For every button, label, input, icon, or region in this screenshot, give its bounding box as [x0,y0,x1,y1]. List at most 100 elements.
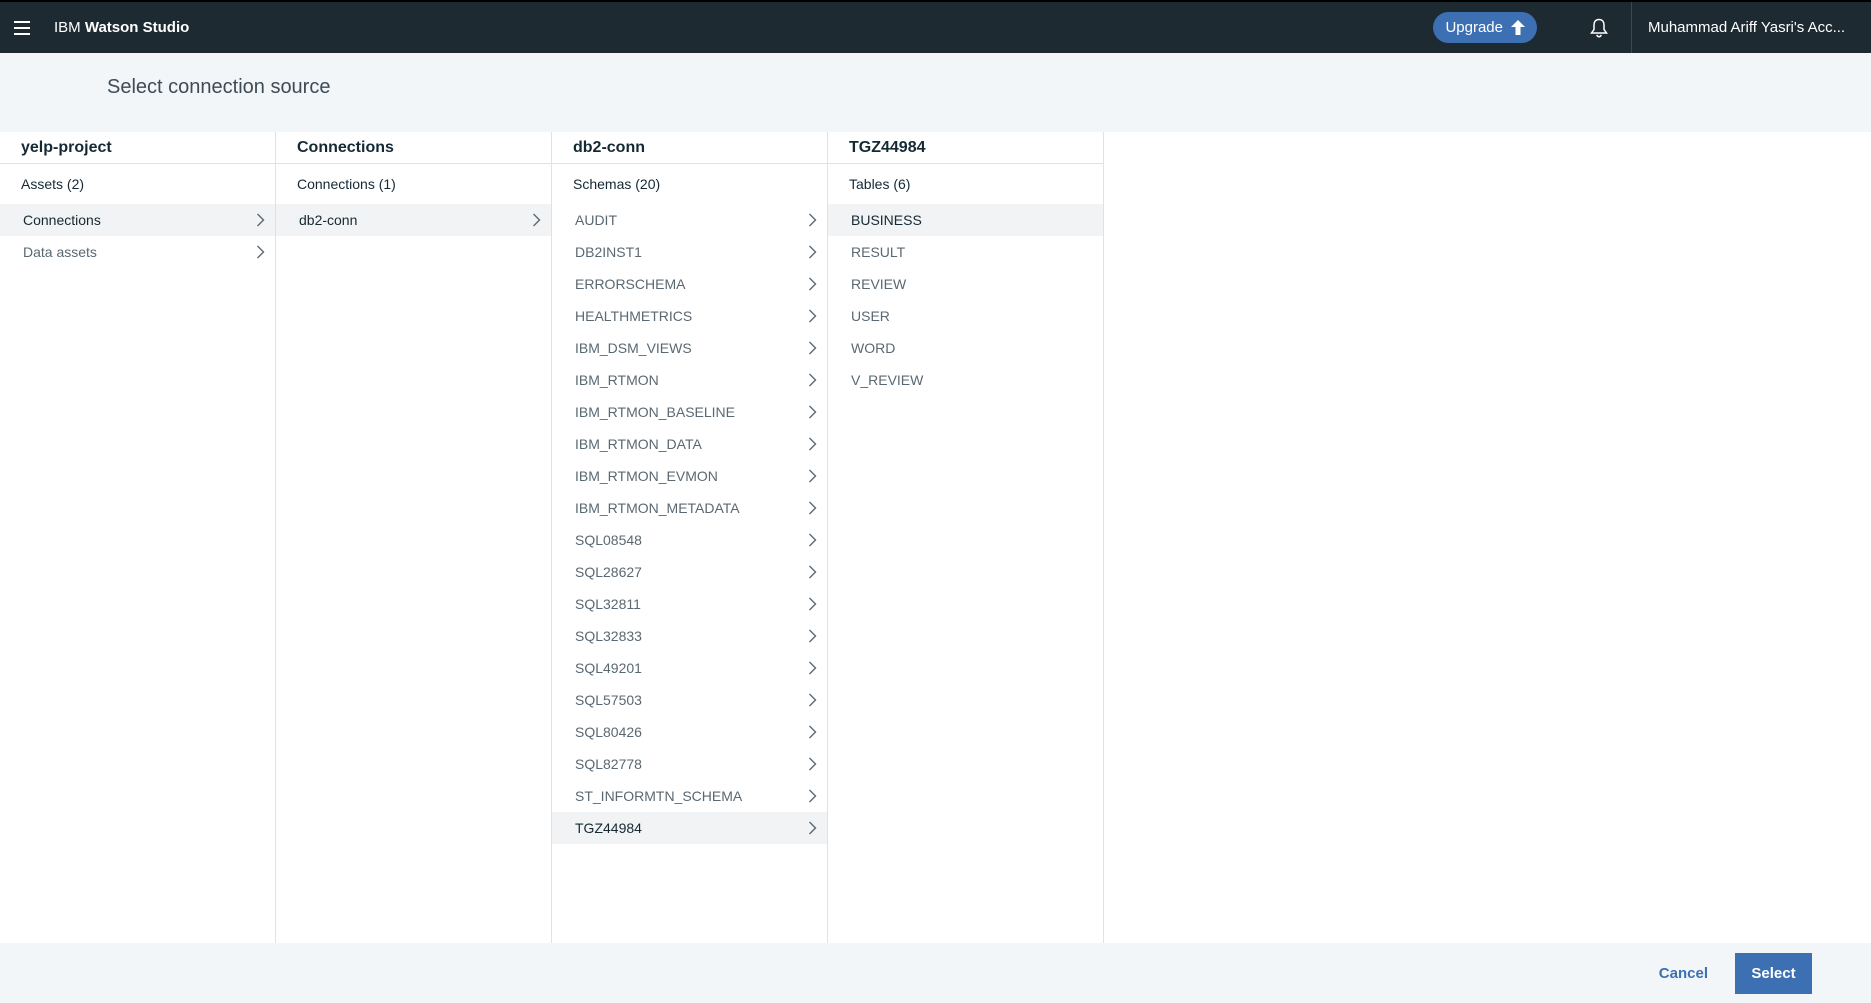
browser-column: Connections Connections (1) db2-conn [276,132,552,943]
list-item[interactable]: REVIEW [828,268,1103,300]
list-item[interactable]: SQL32833 [552,620,827,652]
chevron-right-icon [805,437,819,451]
list-item[interactable]: ST_INFORMTN_SCHEMA [552,780,827,812]
list-item-label: SQL32811 [575,596,641,612]
chevron-right-icon [805,405,819,419]
list-item-label: AUDIT [575,212,617,228]
arrow-up-icon [1511,20,1525,35]
list-item-label: TGZ44984 [575,820,642,836]
list-item-label: V_REVIEW [851,372,924,388]
browser-column: TGZ44984 Tables (6) BUSINESS RESULT REVIEW US… [828,132,1104,943]
list-item[interactable]: IBM_DSM_VIEWS [552,332,827,364]
list-item[interactable]: IBM_RTMON [552,364,827,396]
column-count-label: Connections (1) [297,176,396,192]
list-item[interactable]: Data assets [0,236,275,268]
list-item[interactable]: IBM_RTMON_EVMON [552,460,827,492]
product-brand[interactable]: IBM Watson Studio [54,19,189,36]
list-item-label: SQL49201 [575,660,642,676]
brand-name: Watson Studio [84,19,190,36]
chevron-right-icon [253,245,267,259]
column-list: db2-conn [276,204,551,236]
list-item-label: IBM_DSM_VIEWS [575,340,692,356]
list-item[interactable]: USER [828,300,1103,332]
chevron-right-icon [805,661,819,675]
hamburger-menu-icon [14,20,30,35]
list-item[interactable]: IBM_RTMON_METADATA [552,492,827,524]
chevron-right-icon [805,757,819,771]
chevron-right-icon [805,213,819,227]
list-item[interactable]: db2-conn [276,204,551,236]
chevron-right-icon [805,821,819,835]
list-item[interactable]: IBM_RTMON_DATA [552,428,827,460]
chevron-right-icon [805,789,819,803]
list-item-label: SQL32833 [575,628,642,644]
list-item-label: SQL08548 [575,532,642,548]
hamburger-menu-button[interactable] [0,2,44,53]
column-title: TGZ44984 [828,132,1103,164]
chevron-right-icon [805,245,819,259]
list-item-label: IBM_RTMON_DATA [575,436,702,452]
column-count-label: Assets (2) [21,176,85,192]
list-item-label: HEALTHMETRICS [575,308,693,324]
list-item[interactable]: SQL32811 [552,588,827,620]
upgrade-button[interactable]: Upgrade [1433,12,1537,43]
list-item-label: RESULT [851,244,906,260]
list-item[interactable]: SQL57503 [552,684,827,716]
list-item[interactable]: SQL28627 [552,556,827,588]
list-item[interactable]: WORD [828,332,1103,364]
list-item[interactable]: SQL08548 [552,524,827,556]
page-title: Select connection source [107,76,331,98]
list-item-label: IBM_RTMON_METADATA [575,500,740,516]
chevron-right-icon [805,597,819,611]
list-item-label: SQL28627 [575,564,642,580]
list-item[interactable]: IBM_RTMON_BASELINE [552,396,827,428]
list-item[interactable]: SQL80426 [552,716,827,748]
column-title: Connections [276,132,551,164]
list-item[interactable]: AUDIT [552,204,827,236]
browser-column: db2-conn Schemas (20) AUDIT DB2INST1 ERRORSC… [552,132,828,943]
list-item[interactable]: SQL82778 [552,748,827,780]
list-item-label: IBM_RTMON [575,372,659,388]
chevron-right-icon [805,533,819,547]
chevron-right-icon [805,373,819,387]
list-item[interactable]: RESULT [828,236,1103,268]
browser-column: yelp-project Assets (2) Connections Data as… [0,132,276,943]
list-item-label: SQL80426 [575,724,642,740]
notifications-button[interactable] [1567,2,1631,53]
connection-source-browser: yelp-project Assets (2) Connections Data as… [0,132,1871,943]
column-count-label: Schemas (20) [573,176,661,192]
list-item[interactable]: Connections [0,204,275,236]
chevron-right-icon [805,277,819,291]
list-item-label: IBM_RTMON_BASELINE [575,404,736,420]
chevron-right-icon [805,725,819,739]
list-item-label: ST_INFORMTN_SCHEMA [575,788,743,804]
list-item[interactable]: HEALTHMETRICS [552,300,827,332]
list-item[interactable]: DB2INST1 [552,236,827,268]
dialog-footer: Cancel Select [0,943,1871,1003]
list-item-label: BUSINESS [851,212,922,228]
cancel-button[interactable]: Cancel [1659,965,1708,982]
chevron-right-icon [253,213,267,227]
list-item-label: USER [851,308,890,324]
list-item[interactable]: ERRORSCHEMA [552,268,827,300]
column-list: AUDIT DB2INST1 ERRORSCHEMA HEALTHMETRICS IBM… [552,204,827,844]
list-item-label: ERRORSCHEMA [575,276,686,292]
account-switcher[interactable]: Muhammad Ariff Yasri's Acc... [1631,2,1871,53]
column-count-label: Tables (6) [849,176,911,192]
list-item-label: WORD [851,340,896,356]
bell-icon [1590,18,1608,38]
list-item[interactable]: SQL49201 [552,652,827,684]
account-name: Muhammad Ariff Yasri's Acc... [1648,19,1846,36]
list-item-label: SQL57503 [575,692,642,708]
list-item[interactable]: BUSINESS [828,204,1103,236]
top-navigation-bar: IBM Watson Studio Upgrade Muhammad Ariff… [0,0,1871,53]
list-item-label: Connections [23,212,101,228]
list-item-label: SQL82778 [575,756,642,772]
chevron-right-icon [805,309,819,323]
chevron-right-icon [805,341,819,355]
column-title: db2-conn [552,132,827,164]
list-item-label: Data assets [23,244,97,260]
list-item[interactable]: TGZ44984 [552,812,827,844]
select-button[interactable]: Select [1735,952,1812,994]
list-item[interactable]: V_REVIEW [828,364,1103,396]
